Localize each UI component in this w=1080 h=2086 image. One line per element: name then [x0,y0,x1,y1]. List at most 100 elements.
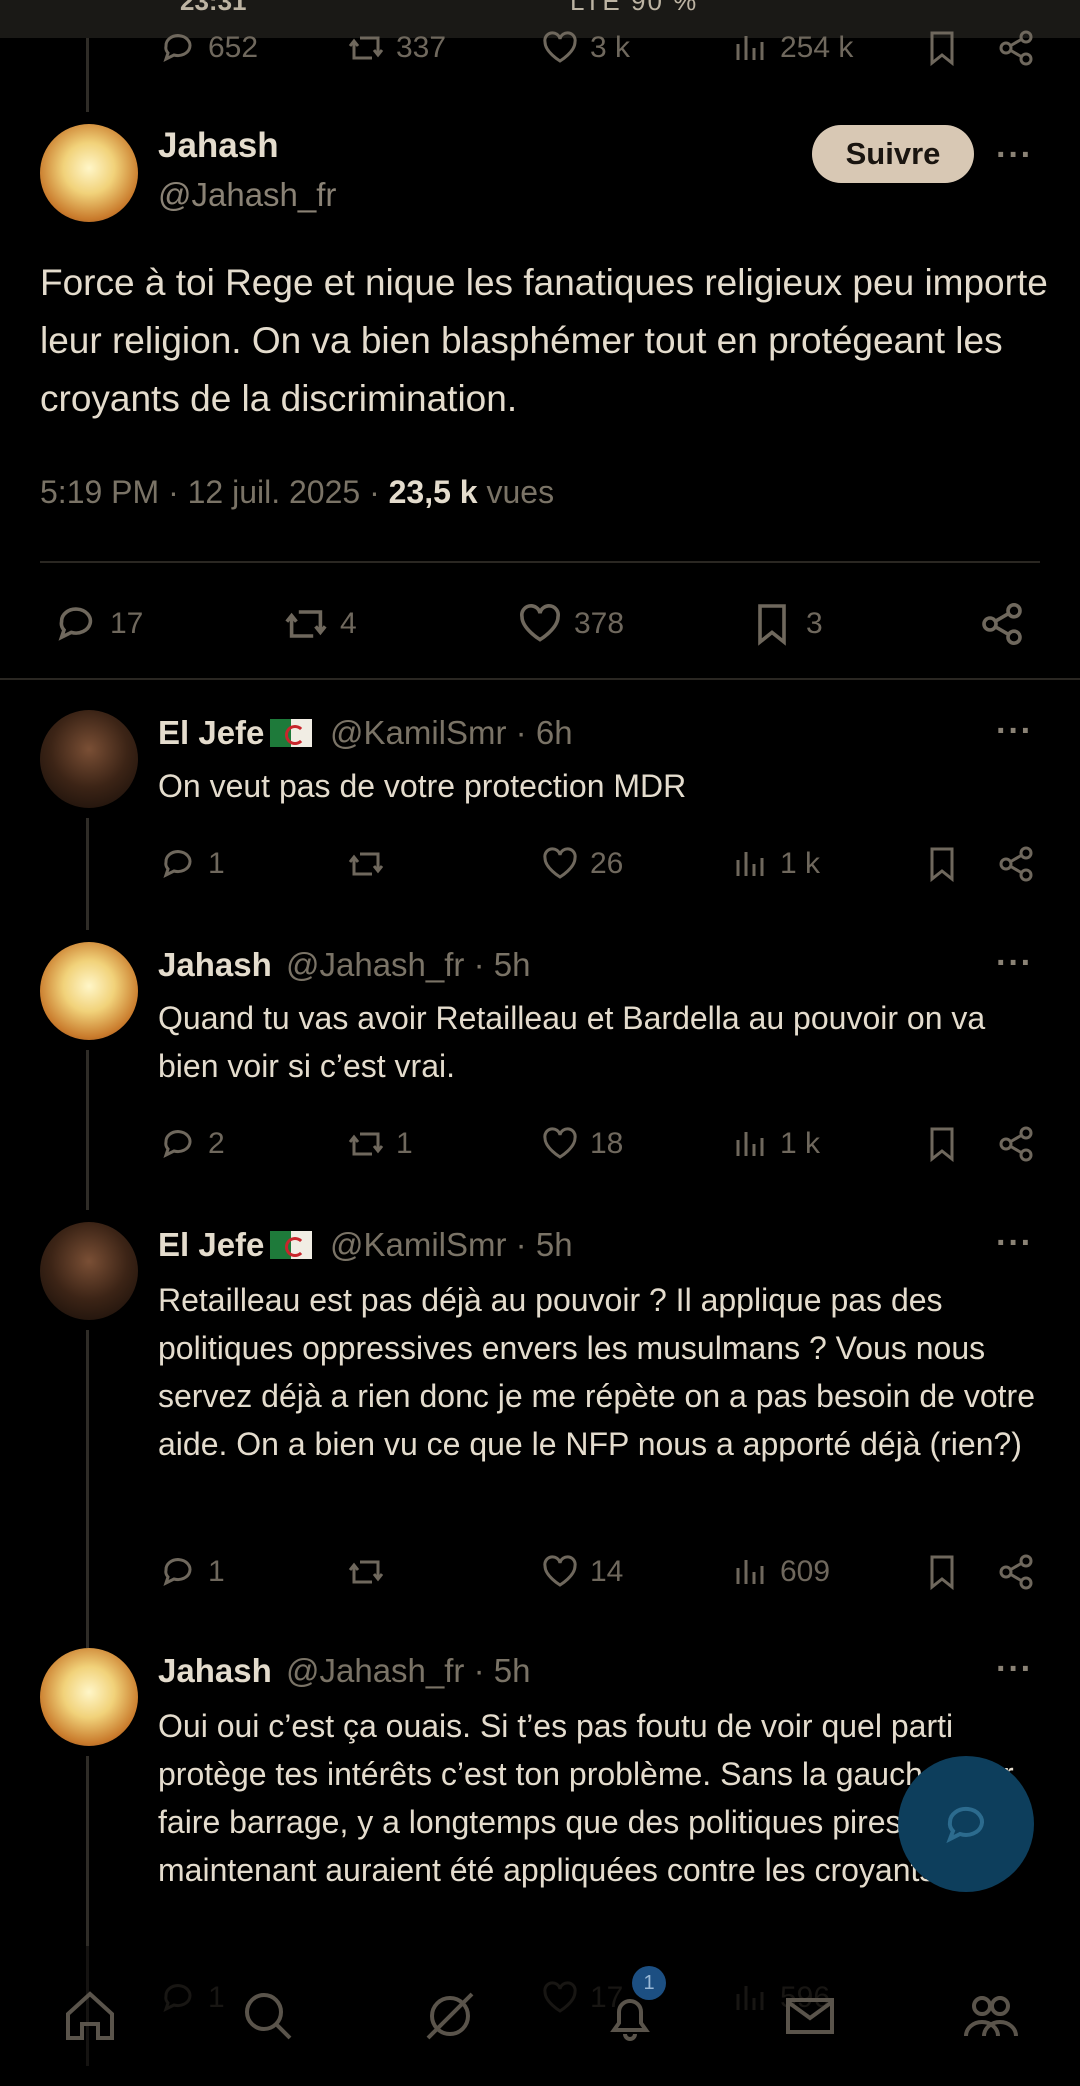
reply-meta: @Jahash_fr · 5h [286,946,531,983]
views-count[interactable]: 23,5 k [389,474,478,510]
more-options-icon[interactable]: ··· [996,712,1033,751]
reply-icon [58,607,93,641]
reply-button[interactable]: 2 [158,1124,225,1164]
avatar[interactable] [40,124,138,222]
like-button[interactable]: 378 [516,600,624,648]
bookmark-button[interactable] [922,28,962,68]
like-button[interactable]: 18 [540,1124,623,1164]
bookmark-icon [758,604,786,646]
repost-icon [348,36,384,60]
communities-tab[interactable] [960,1986,1020,2051]
share-icon [982,603,1022,645]
share-icon [999,846,1033,882]
author-handle[interactable]: @KamilSmr [330,1226,507,1263]
algeria-flag-icon [270,719,313,747]
status-indicators: LTE 90 % [570,0,699,16]
author-name[interactable]: El Jefe [158,714,318,752]
avatar[interactable] [40,942,138,1040]
views-icon [736,1132,764,1156]
chat-bubble-icon [946,1806,984,1844]
search-tab[interactable] [238,1986,298,2051]
compose-reply-button[interactable] [898,1756,1034,1892]
search-icon [245,1993,292,2040]
follow-button[interactable]: Suivre [812,125,974,183]
reply-button[interactable]: 1 [158,1552,225,1592]
author-name[interactable]: Jahash [158,126,279,166]
like-button[interactable]: 26 [540,844,623,884]
thread-line [86,818,89,930]
more-options-icon[interactable]: ··· [996,944,1033,983]
views-button[interactable]: 254 k [730,28,853,68]
repost-button[interactable]: 4 [282,600,357,648]
reply-meta: @KamilSmr · 6h [330,714,573,751]
repost-icon [285,610,327,638]
notification-badge: 1 [632,1966,666,2000]
repost-icon [348,852,384,876]
views-button[interactable]: 1 k [730,1124,820,1164]
reply-button[interactable]: 1 [158,844,225,884]
views-icon [736,852,764,876]
author-name[interactable]: El Jefe [158,1226,318,1264]
views-icon [736,1560,764,1584]
reply-icon [163,850,192,878]
more-options-icon[interactable]: ··· [996,1650,1033,1689]
share-button[interactable] [996,28,1036,68]
home-tab[interactable] [60,1986,120,2051]
author-name[interactable]: Jahash [158,1652,272,1690]
reply-button[interactable]: 652 [158,28,258,68]
repost-button[interactable] [346,1552,396,1592]
mail-icon [786,1998,834,2034]
author-handle[interactable]: @Jahash_fr [158,176,336,214]
share-button[interactable] [996,1124,1036,1164]
views-button[interactable]: 609 [730,1552,830,1592]
avatar[interactable] [40,1648,138,1746]
reply-meta: @KamilSmr · 5h [330,1226,573,1263]
share-button[interactable] [996,1552,1036,1592]
divider [0,678,1080,680]
status-time: 23:31 [180,0,247,16]
author-name[interactable]: Jahash [158,946,272,984]
heart-icon [543,1555,577,1587]
bookmark-button[interactable] [922,844,962,884]
reply-meta: @Jahash_fr · 5h [286,1652,531,1689]
bookmark-button[interactable]: 3 [748,600,823,648]
share-icon [999,30,1033,66]
reply-text: Retailleau est pas déjà au pouvoir ? Il … [158,1282,1035,1462]
thread-line [86,38,89,112]
like-button[interactable]: 3 k [540,28,630,68]
reply-age: 5h [493,946,531,983]
repost-button[interactable]: 337 [346,28,446,68]
reply-icon [163,1558,192,1586]
share-button[interactable] [978,600,1026,648]
repost-button[interactable]: 1 [346,1124,413,1164]
more-options-icon[interactable]: ··· [996,136,1033,175]
bookmark-icon [930,847,954,883]
bookmark-button[interactable] [922,1124,962,1164]
reply-button[interactable]: 17 [52,600,143,648]
more-options-icon[interactable]: ··· [996,1224,1033,1263]
like-button[interactable]: 14 [540,1552,623,1592]
messages-tab[interactable] [780,1986,840,2051]
views-button[interactable]: 1 k [730,844,820,884]
share-button[interactable] [996,844,1036,884]
bookmark-icon [930,31,954,67]
tweet-time: 5:19 PM [40,474,160,510]
share-icon [999,1554,1033,1590]
repost-button[interactable] [346,844,396,884]
home-icon [66,1991,114,2040]
bookmark-icon [930,1555,954,1591]
repost-icon [348,1560,384,1584]
grok-tab[interactable] [420,1986,480,2051]
author-handle[interactable]: @KamilSmr [330,714,507,751]
views-icon [736,36,764,60]
bottom-navigation [0,1946,1080,2086]
author-handle[interactable]: @Jahash_fr [286,1652,464,1689]
heart-icon [543,31,577,63]
avatar[interactable] [40,710,138,808]
avatar[interactable] [40,1222,138,1320]
author-handle[interactable]: @Jahash_fr [286,946,464,983]
bookmark-button[interactable] [922,1552,962,1592]
bookmark-icon [930,1127,954,1163]
views-label: vues [486,474,555,510]
tweet-date: 12 juil. 2025 [187,474,361,510]
